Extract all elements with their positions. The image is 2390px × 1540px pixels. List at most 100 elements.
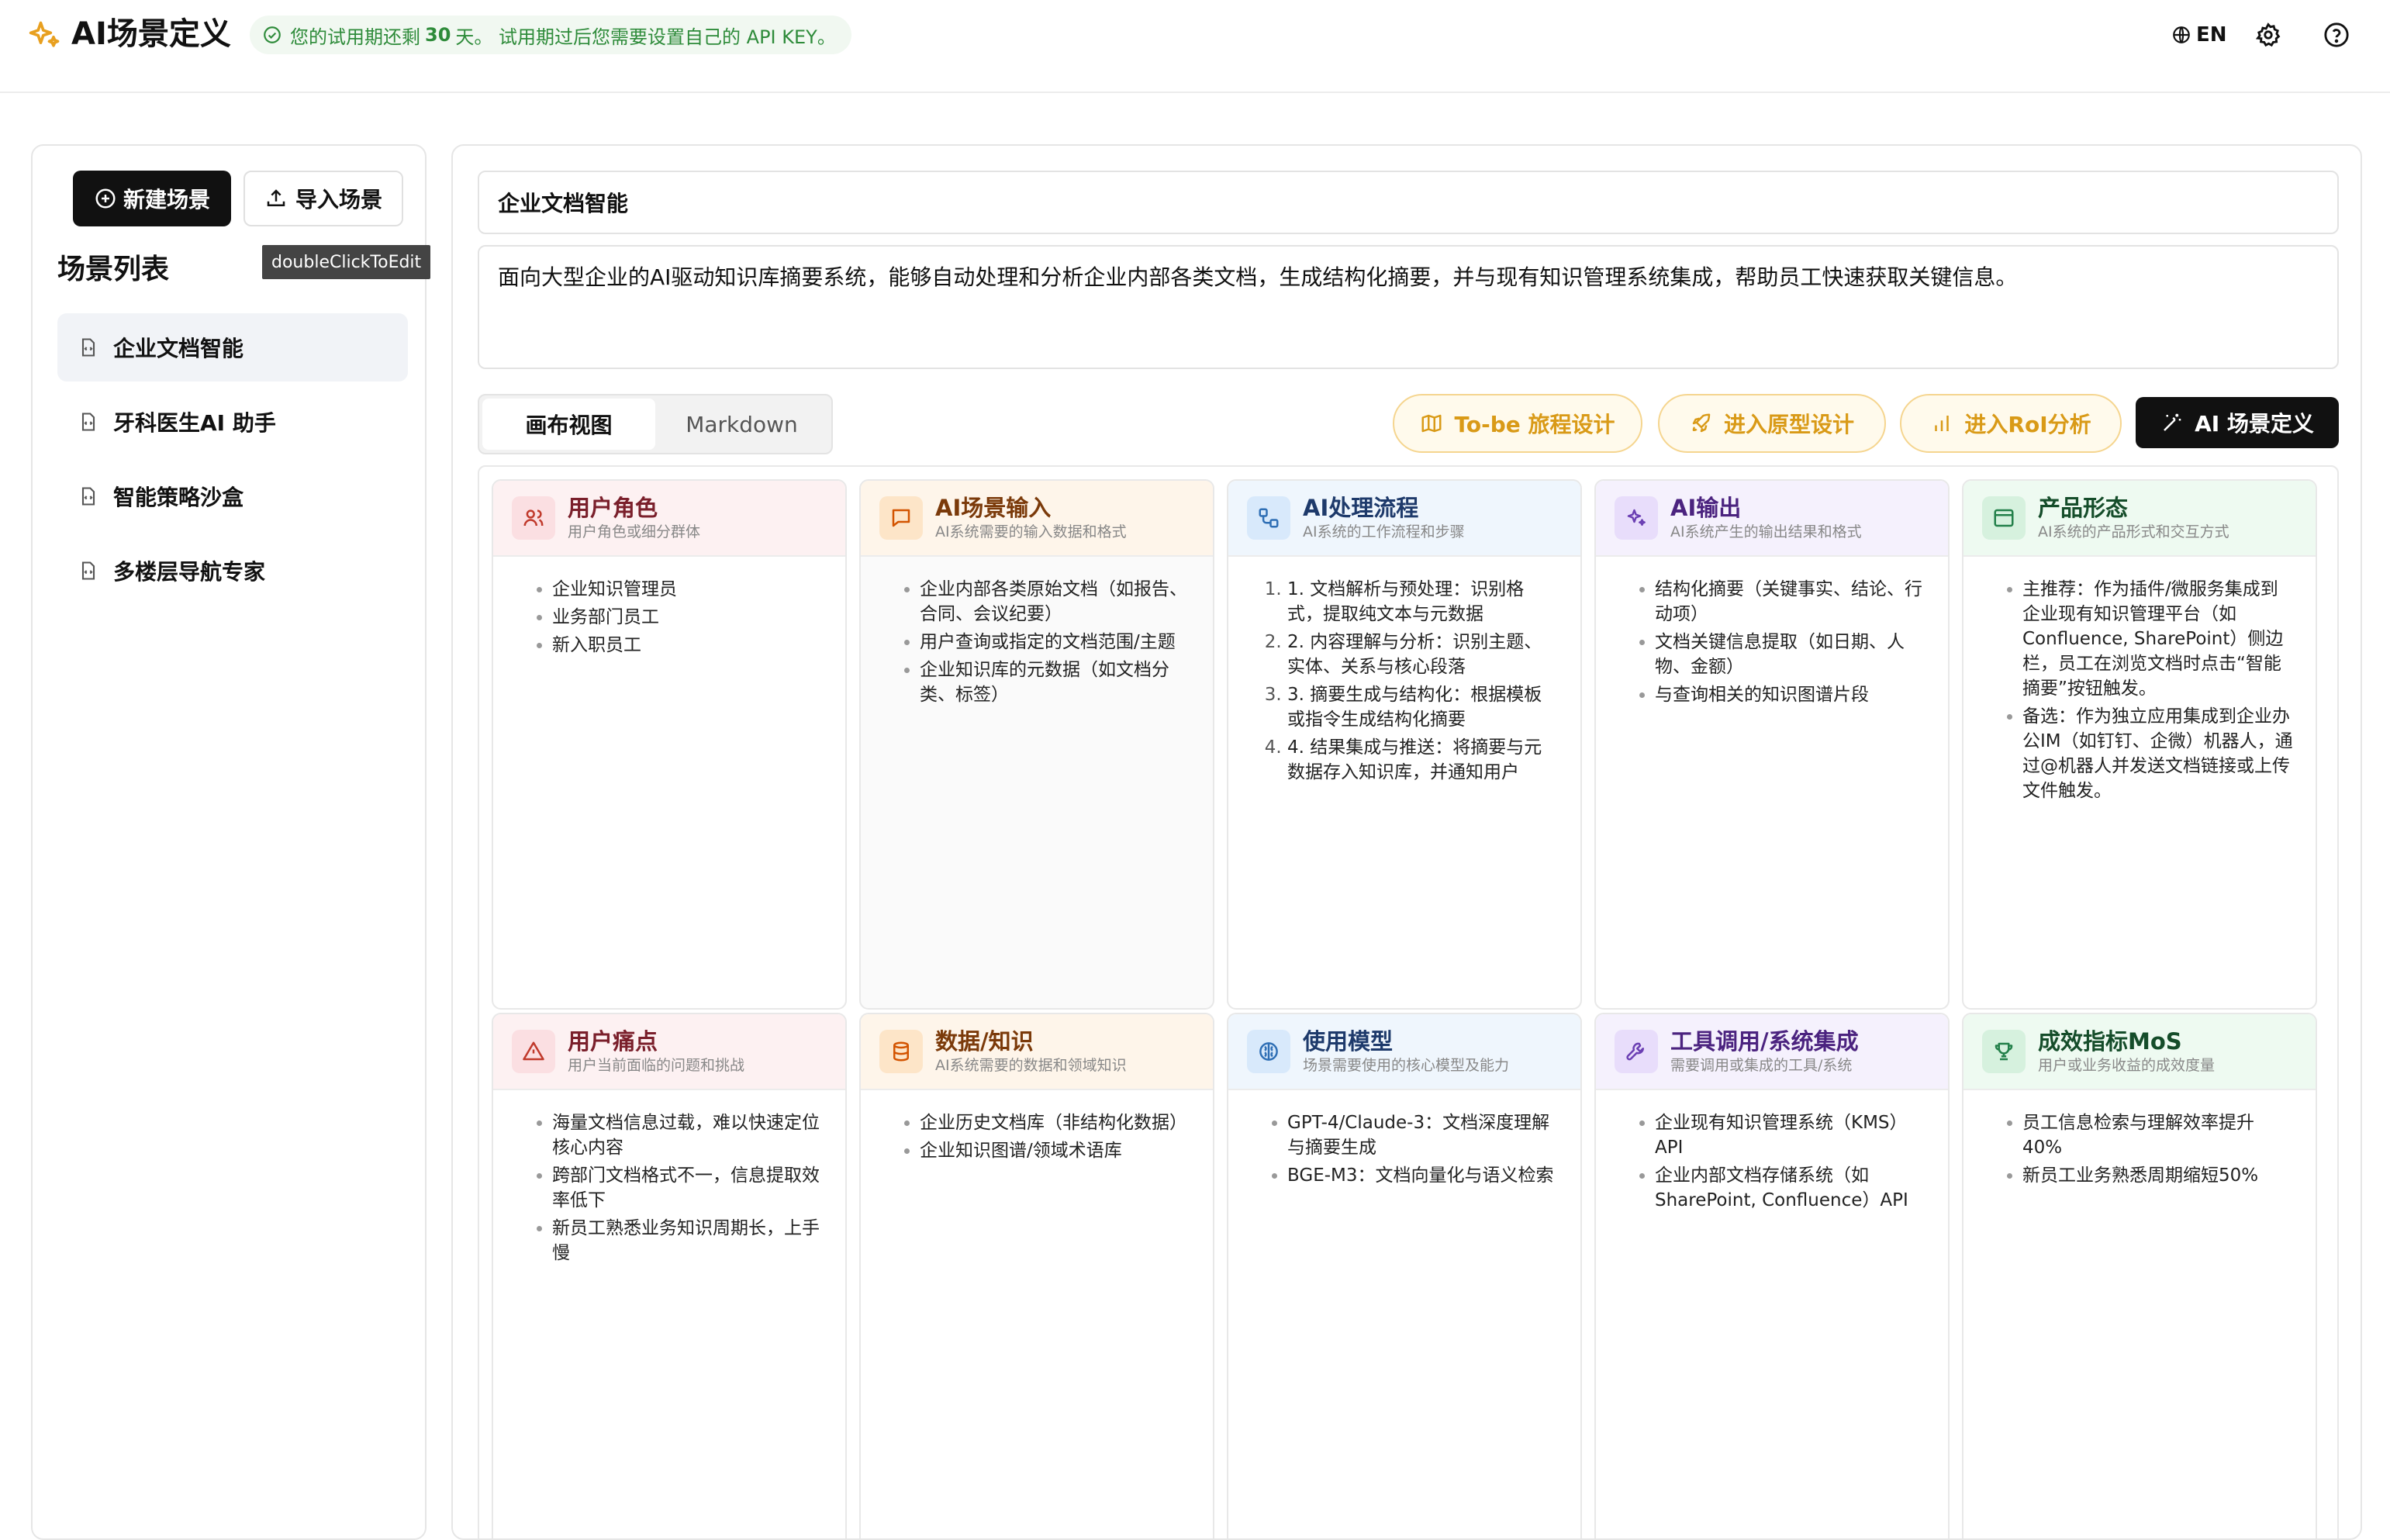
settings-button[interactable]	[2250, 17, 2286, 53]
help-button[interactable]	[2319, 17, 2354, 53]
card-title: 工具调用/系统集成	[1670, 1028, 1859, 1055]
list-item: 业务部门员工	[552, 605, 824, 630]
list-item: 新员工熟悉业务知识周期长，上手慢	[552, 1216, 824, 1265]
list-item: BGE-M3：文档向量化与语义检索	[1287, 1163, 1559, 1188]
card-subtitle: AI系统产生的输出结果和格式	[1670, 523, 1862, 540]
import-scene-button[interactable]: 导入场景	[243, 171, 403, 226]
scene-item-strategy-sandbox[interactable]: 智能策略沙盒	[57, 462, 408, 530]
list-item: 新入职员工	[552, 633, 824, 658]
card-models[interactable]: 使用模型场景需要使用的核心模型及能力 GPT-4/Claude-3：文档深度理解…	[1227, 1013, 1582, 1538]
list-item: 新员工业务熟悉周期缩短50%	[2022, 1163, 2294, 1188]
top-bar: AI场景定义 您的试用期还剩 30 天。 试用期过后您需要设置自己的 API K…	[0, 0, 2390, 93]
file-code-icon	[81, 561, 95, 580]
view-toggle: 画布视图 Markdown	[478, 394, 833, 454]
scene-item-floor-navigation[interactable]: 多楼层导航专家	[57, 537, 408, 605]
scene-list: 企业文档智能 牙科医生AI 助手 智能策略沙盒 多楼层导航专家	[57, 313, 408, 611]
file-code-icon	[81, 487, 95, 506]
card-subtitle: AI系统需要的数据和领域知识	[935, 1057, 1127, 1074]
app-title: AI场景定义	[71, 16, 231, 52]
card-metrics[interactable]: 成效指标MoS 用户或业务收益的成效度量 员工信息检索与理解效率提升40% 新员工…	[1962, 1013, 2317, 1538]
database-icon	[879, 1030, 923, 1073]
app-window-icon	[1982, 496, 2026, 540]
card-header: AI输出 AI系统产生的输出结果和格式	[1596, 481, 1948, 557]
list-item: 结构化摘要（关键事实、结论、行动项）	[1655, 577, 1926, 627]
trial-suffix: 天。 试用期过后您需要设置自己的 API KEY。	[455, 26, 836, 48]
list-item: 跨部门文档格式不一，信息提取效率低下	[552, 1163, 824, 1213]
card-header: 用户角色 用户角色或细分群体	[493, 481, 845, 557]
list-item: 企业内部文档存储系统（如SharePoint, Confluence）API	[1655, 1163, 1926, 1213]
warning-icon	[512, 1030, 555, 1073]
workflow-icon	[1247, 496, 1290, 540]
tab-canvas-view[interactable]: 画布视图	[482, 399, 655, 450]
sparkle-logo-icon	[29, 21, 60, 47]
ai-scene-define-label: AI 场景定义	[2195, 411, 2314, 437]
card-title: 产品形态	[2038, 495, 2129, 521]
wrench-icon	[1615, 1030, 1658, 1073]
list-item: 企业内部各类原始文档（如报告、合同、会议纪要）	[920, 577, 1191, 627]
card-header: AI处理流程 AI系统的工作流程和步骤	[1228, 481, 1580, 557]
scene-item-label: 智能策略沙盒	[113, 485, 244, 510]
tab-markdown[interactable]: Markdown	[655, 399, 828, 450]
check-circle-icon	[264, 26, 281, 43]
card-pain-points[interactable]: 用户痛点用户当前面临的问题和挑战 海量文档信息过载，难以快速定位核心内容 跨部门…	[492, 1013, 847, 1538]
list-item: 企业知识图谱/领域术语库	[920, 1138, 1191, 1163]
roi-analysis-button[interactable]: 进入RoI分析	[1900, 394, 2122, 453]
prototype-design-button[interactable]: 进入原型设计	[1658, 394, 1886, 453]
scene-item-label: 多楼层导航专家	[113, 559, 266, 585]
card-header: 用户痛点 用户当前面临的问题和挑战	[493, 1014, 845, 1090]
file-code-icon	[81, 338, 95, 357]
language-label: EN	[2196, 23, 2227, 47]
trial-status-badge: 您的试用期还剩 30 天。 试用期过后您需要设置自己的 API KEY。	[250, 16, 851, 54]
card-user-roles[interactable]: 用户角色用户角色或细分群体 企业知识管理员 业务部门员工 新入职员工	[492, 479, 847, 1010]
list-item: 海量文档信息过载，难以快速定位核心内容	[552, 1110, 824, 1160]
new-scene-label: 新建场景	[123, 187, 210, 212]
list-item: 文档关键信息提取（如日期、人物、金额）	[1655, 630, 1926, 679]
import-scene-label: 导入场景	[295, 187, 382, 212]
card-subtitle: AI系统的产品形式和交互方式	[2038, 523, 2229, 540]
roi-analysis-label: 进入RoI分析	[1964, 412, 2091, 437]
card-ai-process[interactable]: AI处理流程 AI系统的工作流程和步骤 1. 文档解析与预处理：识别格式，提取纯文…	[1227, 479, 1582, 1010]
trophy-icon	[1982, 1030, 2026, 1073]
globe-icon	[2173, 26, 2190, 43]
sparkles-icon	[1615, 496, 1658, 540]
list-item: 与查询相关的知识图谱片段	[1655, 682, 1926, 707]
tobe-journey-label: To-be 旅程设计	[1454, 412, 1615, 437]
card-subtitle: 用户角色或细分群体	[568, 523, 701, 540]
tooltip: doubleClickToEdit	[262, 245, 431, 279]
scene-name-input[interactable]: 企业文档智能	[478, 171, 2339, 234]
card-header: 工具调用/系统集成需要调用或集成的工具/系统	[1596, 1014, 1948, 1090]
language-switch-button[interactable]: EN	[2171, 19, 2227, 51]
question-circle-icon	[2324, 22, 2349, 47]
card-title: 数据/知识	[935, 1028, 1034, 1055]
card-ai-output[interactable]: AI输出 AI系统产生的输出结果和格式 结构化摘要（关键事实、结论、行动项） 文档…	[1594, 479, 1950, 1010]
scene-item-label: 企业文档智能	[113, 336, 244, 361]
card-subtitle: 场景需要使用的核心模型及能力	[1303, 1057, 1510, 1074]
rocket-icon	[1692, 413, 1711, 433]
list-item: 主推荐：作为插件/微服务集成到企业现有知识管理平台（如Confluence, S…	[2022, 577, 2294, 701]
card-title: 使用模型	[1303, 1028, 1394, 1055]
card-header: AI场景输入 AI系统需要的输入数据和格式	[861, 481, 1213, 557]
new-scene-button[interactable]: 新建场景	[73, 171, 231, 226]
scene-item-dental-assistant[interactable]: 牙科医生AI 助手	[57, 388, 408, 456]
tobe-journey-button[interactable]: To-be 旅程设计	[1393, 394, 1642, 453]
scene-item-enterprise-doc[interactable]: 企业文档智能	[57, 313, 408, 382]
ai-scene-define-button[interactable]: AI 场景定义	[2136, 397, 2339, 448]
message-icon	[879, 496, 923, 540]
list-item: 3. 摘要生成与结构化：根据模板或指令生成结构化摘要	[1287, 682, 1559, 732]
scene-description-input[interactable]: 面向大型企业的AI驱动知识库摘要系统，能够自动处理和分析企业内部各类文档，生成结…	[478, 245, 2339, 369]
list-item: 企业知识管理员	[552, 577, 824, 602]
card-title: AI处理流程	[1303, 495, 1419, 521]
map-icon	[1421, 414, 1442, 433]
list-item: 企业历史文档库（非结构化数据）	[920, 1110, 1191, 1135]
scene-item-label: 牙科医生AI 助手	[113, 410, 276, 436]
card-data-knowledge[interactable]: 数据/知识 AI系统需要的数据和领域知识 企业历史文档库（非结构化数据） 企业知识…	[859, 1013, 1214, 1538]
card-subtitle: 需要调用或集成的工具/系统	[1670, 1057, 1853, 1074]
card-tools[interactable]: 工具调用/系统集成需要调用或集成的工具/系统 企业现有知识管理系统（KMS）AP…	[1594, 1013, 1950, 1538]
list-item: 4. 结果集成与推送：将摘要与元数据存入知识库，并通知用户	[1287, 735, 1559, 785]
card-subtitle: 用户或业务收益的成效度量	[2038, 1057, 2216, 1074]
card-ai-input[interactable]: AI场景输入 AI系统需要的输入数据和格式 企业内部各类原始文档（如报告、合同、会…	[859, 479, 1214, 1010]
card-header: 成效指标MoS 用户或业务收益的成效度量	[1963, 1014, 2316, 1090]
card-header: 使用模型场景需要使用的核心模型及能力	[1228, 1014, 1580, 1090]
card-product-form[interactable]: 产品形态 AI系统的产品形式和交互方式 主推荐：作为插件/微服务集成到企业现有知识…	[1962, 479, 2317, 1010]
card-title: AI场景输入	[935, 495, 1052, 521]
